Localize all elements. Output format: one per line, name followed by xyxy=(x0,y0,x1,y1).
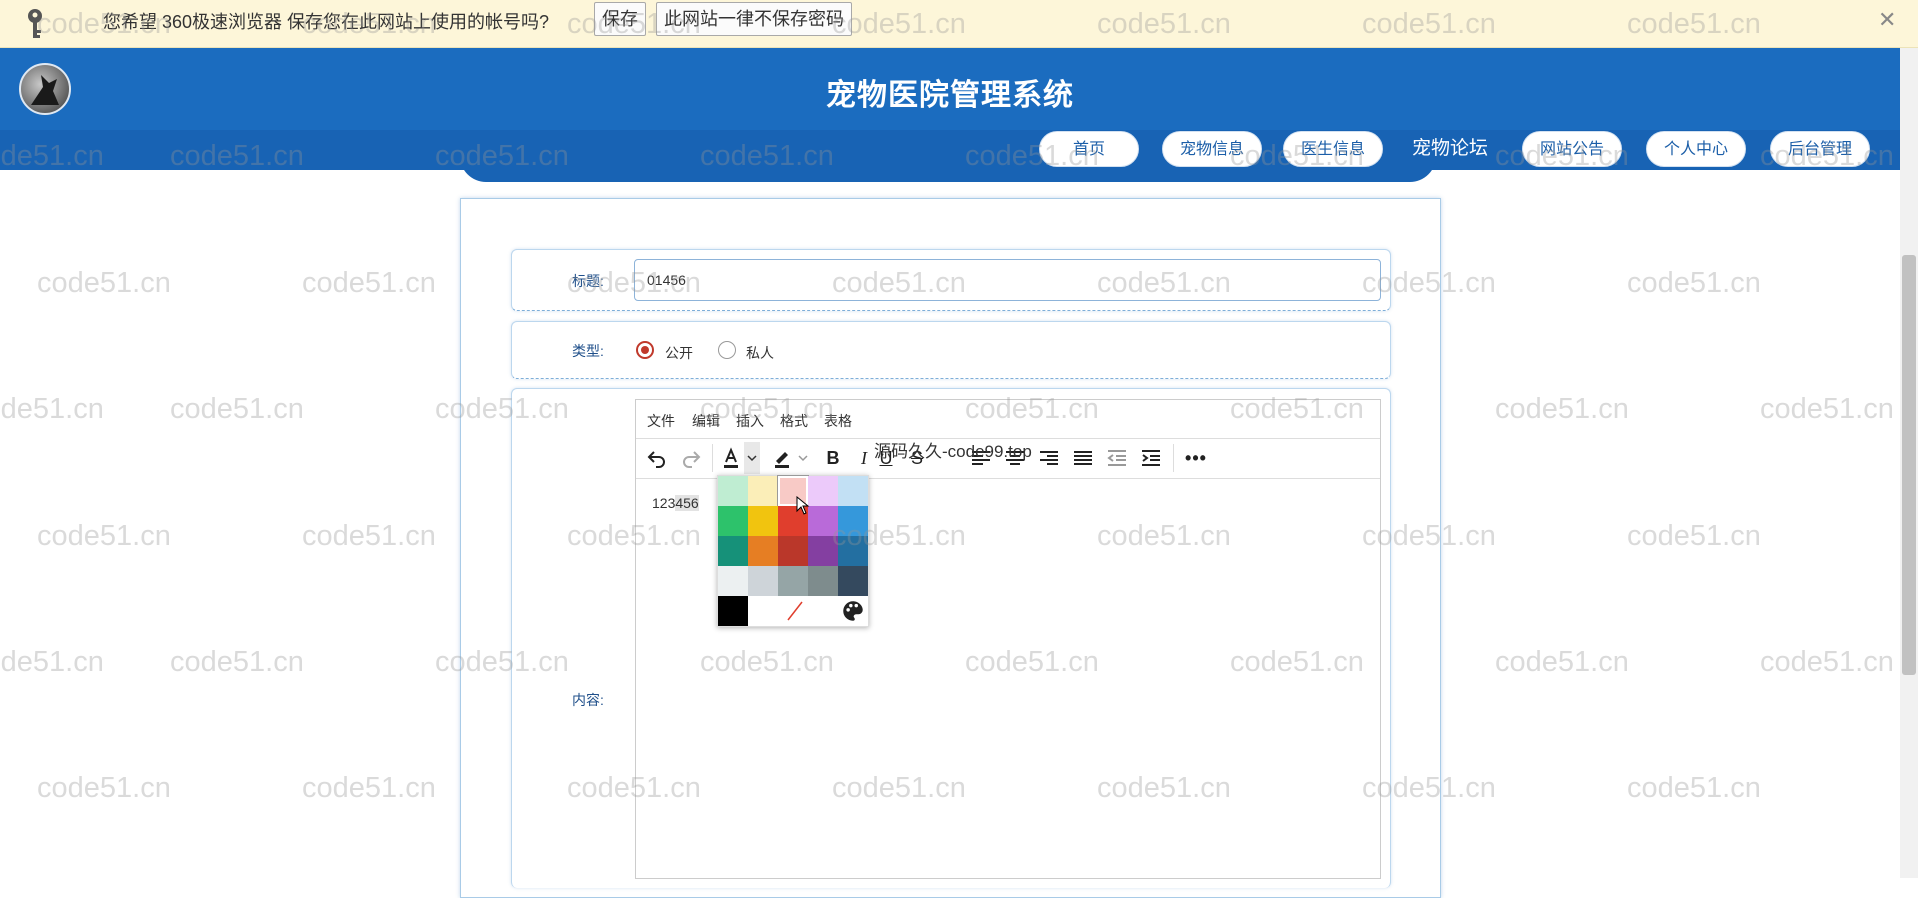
watermark-text: code51.cn xyxy=(1760,393,1894,425)
watermark-text: code51.cn xyxy=(37,772,171,804)
redo-icon[interactable] xyxy=(679,446,703,470)
color-swatch[interactable] xyxy=(838,536,868,566)
password-save-message: 您希望 360极速浏览器 保存您在此网站上使用的帐号吗? xyxy=(103,12,550,32)
type-public-radio[interactable] xyxy=(636,341,654,359)
watermark-text: code51.cn xyxy=(1495,393,1629,425)
highlight-color-icon[interactable] xyxy=(770,446,794,470)
align-right-icon[interactable] xyxy=(1037,446,1061,470)
color-swatch[interactable] xyxy=(808,566,838,596)
watermark-text: code51.cn xyxy=(0,393,104,425)
text-color-icon[interactable] xyxy=(719,446,743,470)
content-label: 内容: xyxy=(572,692,604,708)
nav-announcements[interactable]: 网站公告 xyxy=(1522,131,1622,167)
align-justify-icon[interactable] xyxy=(1071,446,1095,470)
content-text: 123 xyxy=(652,495,676,511)
overlay-watermark-text: 源码久久-code99.top xyxy=(874,442,1032,461)
mouse-cursor-icon xyxy=(796,496,810,515)
color-swatch[interactable] xyxy=(748,536,778,566)
color-swatch[interactable] xyxy=(718,506,748,536)
watermark-text: code51.cn xyxy=(1760,646,1894,678)
watermark-text: code51.cn xyxy=(37,267,171,299)
color-swatch[interactable] xyxy=(838,566,868,596)
watermark-text: code51.cn xyxy=(302,772,436,804)
color-swatch[interactable] xyxy=(748,596,778,626)
menu-insert[interactable]: 插入 xyxy=(736,411,764,431)
watermark-text: code51.cn xyxy=(302,520,436,552)
menu-table[interactable]: 表格 xyxy=(824,411,852,431)
italic-icon[interactable]: I xyxy=(854,446,874,470)
color-swatch[interactable] xyxy=(808,476,838,506)
nav-pet-info[interactable]: 宠物信息 xyxy=(1162,131,1262,167)
site-header: 宠物医院管理系统 xyxy=(0,48,1900,130)
save-password-button[interactable]: 保存 xyxy=(594,2,646,36)
undo-icon[interactable] xyxy=(645,446,669,470)
editor-content[interactable]: 123456 xyxy=(652,495,699,511)
nav-pet-forum[interactable]: 宠物论坛 xyxy=(1412,131,1488,167)
scrollbar-thumb[interactable] xyxy=(1902,255,1916,675)
menu-file[interactable]: 文件 xyxy=(647,411,675,431)
color-swatch[interactable] xyxy=(808,506,838,536)
watermark-text: code51.cn xyxy=(1627,772,1761,804)
color-swatch[interactable] xyxy=(748,506,778,536)
watermark-text: code51.cn xyxy=(0,646,104,678)
never-save-password-button[interactable]: 此网站一律不保存密码 xyxy=(656,2,852,36)
color-swatch[interactable] xyxy=(838,506,868,536)
close-icon[interactable]: ✕ xyxy=(1878,8,1896,32)
color-swatch[interactable] xyxy=(808,536,838,566)
watermark-text: code51.cn xyxy=(1627,520,1761,552)
color-palette-popup xyxy=(717,475,869,627)
site-title: 宠物医院管理系统 xyxy=(826,79,1074,112)
watermark-text: code51.cn xyxy=(37,520,171,552)
color-swatch[interactable] xyxy=(718,566,748,596)
indent-icon[interactable] xyxy=(1139,446,1163,470)
color-swatch[interactable] xyxy=(718,476,748,506)
nav-home[interactable]: 首页 xyxy=(1039,131,1139,167)
nav-doctor-info[interactable]: 医生信息 xyxy=(1283,131,1383,167)
watermark-text: code51.cn xyxy=(170,393,304,425)
custom-color-icon[interactable] xyxy=(840,598,866,624)
editor-menubar: 文件 编辑 插入 格式 表格 xyxy=(636,400,1380,439)
watermark-text: code51.cn xyxy=(1627,267,1761,299)
watermark-text: code51.cn xyxy=(170,646,304,678)
color-swatch[interactable] xyxy=(778,566,808,596)
title-input[interactable]: 01456 xyxy=(634,259,1381,301)
text-color-dropdown[interactable] xyxy=(744,442,760,474)
color-swatch[interactable] xyxy=(718,536,748,566)
color-swatch[interactable] xyxy=(748,566,778,596)
watermark-text: code51.cn xyxy=(302,267,436,299)
more-icon[interactable]: ••• xyxy=(1181,446,1211,470)
color-swatch[interactable] xyxy=(748,476,778,506)
rich-text-editor[interactable]: 文件 编辑 插入 格式 表格 B I U S ••• 123456 xyxy=(635,399,1381,879)
outdent-icon[interactable] xyxy=(1105,446,1129,470)
chevron-down-icon[interactable] xyxy=(795,446,811,470)
title-label: 标题: xyxy=(572,273,604,289)
type-private-radio[interactable] xyxy=(718,341,736,359)
color-swatch[interactable] xyxy=(838,476,868,506)
watermark-text: code51.cn xyxy=(1495,646,1629,678)
selected-text: 456 xyxy=(675,495,699,511)
password-save-bar: 您希望 360极速浏览器 保存您在此网站上使用的帐号吗? 保存 此网站一律不保存… xyxy=(0,0,1918,48)
type-label: 类型: xyxy=(572,343,604,359)
color-swatch[interactable] xyxy=(778,536,808,566)
key-icon xyxy=(28,9,42,38)
chevron-down-icon xyxy=(747,455,757,462)
remove-color-icon[interactable] xyxy=(780,596,810,626)
nav-admin[interactable]: 后台管理 xyxy=(1770,131,1870,167)
type-private-label[interactable]: 私人 xyxy=(746,343,774,363)
menu-edit[interactable]: 编辑 xyxy=(692,411,720,431)
bold-icon[interactable]: B xyxy=(821,446,845,470)
nav-personal-center[interactable]: 个人中心 xyxy=(1646,131,1746,167)
color-swatch[interactable] xyxy=(718,596,748,626)
type-public-label[interactable]: 公开 xyxy=(665,343,693,363)
menu-format[interactable]: 格式 xyxy=(780,411,808,431)
